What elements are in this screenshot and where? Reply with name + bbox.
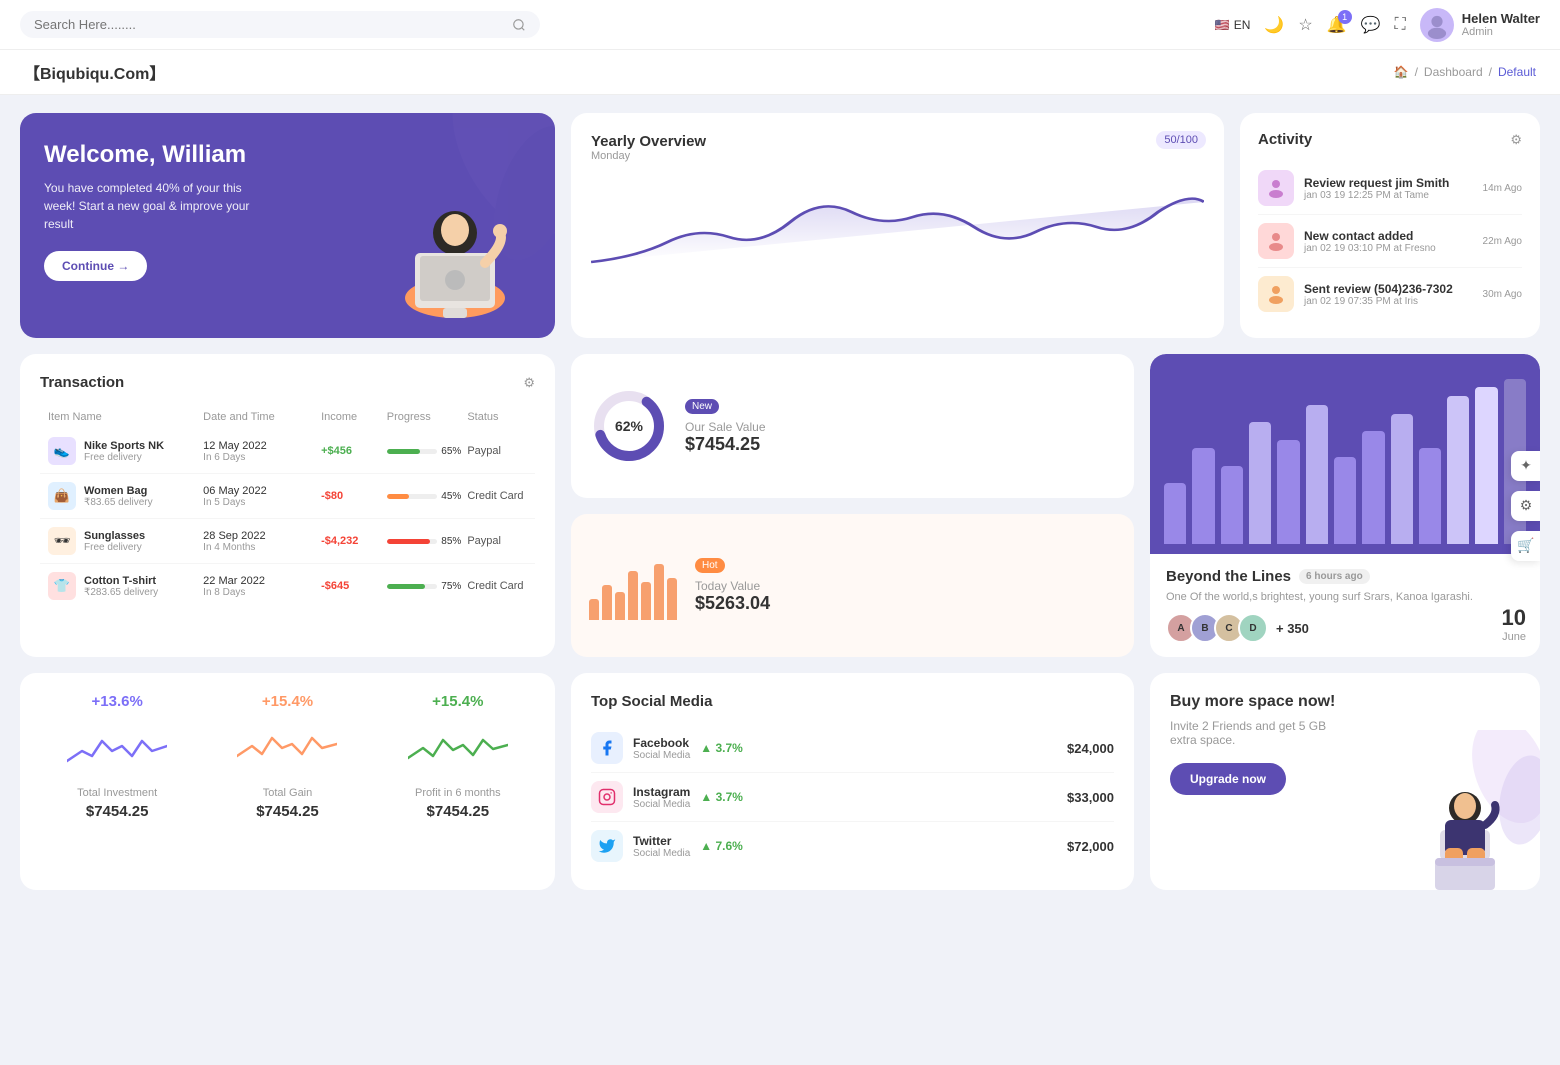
row-2: Transaction ⚙ Item Name Date and Time In…: [20, 354, 1540, 657]
activity-thumb-3: [1258, 276, 1294, 312]
upgrade-button[interactable]: Upgrade now: [1170, 763, 1286, 795]
notification-badge: 1: [1338, 10, 1352, 24]
item-icon-2: 👜: [48, 482, 76, 510]
beyond-date: 10 June: [1502, 605, 1526, 643]
home-icon: 🏠: [1394, 65, 1409, 79]
welcome-card: Welcome, William You have completed 40% …: [20, 113, 555, 338]
avatar-4: D: [1238, 613, 1268, 643]
table-row: 👟 Nike Sports NK Free delivery 12 May 20…: [40, 429, 535, 474]
facebook-icon: [591, 732, 623, 764]
twitter-icon: [591, 830, 623, 862]
social-title: Top Social Media: [591, 693, 1114, 710]
beyond-bar-chart: [1150, 354, 1540, 554]
social-card: Top Social Media Facebook Social Media ▲…: [571, 673, 1134, 890]
table-row: 👜 Women Bag ₹83.65 delivery 06 May 2022 …: [40, 474, 535, 519]
breadcrumb: 🏠 / Dashboard / Default: [1394, 65, 1536, 79]
transaction-card: Transaction ⚙ Item Name Date and Time In…: [20, 354, 555, 657]
wave-chart-1: [67, 726, 167, 776]
yearly-badge: 50/100: [1156, 131, 1206, 149]
stats-grid: +13.6% Total Investment $7454.25 +15.4% …: [40, 693, 535, 820]
magic-icon[interactable]: ✦: [1511, 451, 1540, 481]
activity-settings-icon[interactable]: ⚙: [1510, 132, 1522, 148]
settings-icon[interactable]: ⚙: [1511, 491, 1540, 521]
plus-count: + 350: [1276, 621, 1309, 636]
buy-illustration: [1380, 730, 1540, 890]
main-content: Welcome, William You have completed 40% …: [0, 95, 1560, 908]
notification-icon[interactable]: 🔔 1: [1327, 15, 1347, 35]
welcome-illustration: [355, 168, 535, 338]
stat-investment: +13.6% Total Investment $7454.25: [40, 693, 194, 820]
yearly-subtitle: Monday: [591, 150, 1204, 162]
yearly-title: Yearly Overview: [591, 133, 1204, 150]
transaction-settings-icon[interactable]: ⚙: [523, 375, 535, 391]
social-facebook: Facebook Social Media ▲ 3.7% $24,000: [591, 724, 1114, 773]
table-header: Item Name Date and Time Income Progress …: [40, 405, 535, 429]
wave-chart-3: [408, 726, 508, 776]
activity-thumb-1: [1258, 170, 1294, 206]
search-bar[interactable]: [20, 11, 540, 38]
donut-chart: 62%: [589, 386, 669, 466]
stat-gain: +15.4% Total Gain $7454.25: [210, 693, 364, 820]
activity-title: Activity: [1258, 131, 1312, 148]
sale-value-card: 62% New Our Sale Value $7454.25: [571, 354, 1134, 498]
nav-right: 🇺🇸 EN 🌙 ☆ 🔔 1 💬 ⛶ Helen Walter Admin: [1215, 8, 1540, 42]
transaction-header: Transaction ⚙: [40, 374, 535, 391]
table-row: 🕶 Sunglasses Free delivery 28 Sep 2022 I…: [40, 519, 535, 564]
activity-item-3: Sent review (504)236-7302 jan 02 19 07:3…: [1258, 268, 1522, 320]
item-icon-3: 🕶: [48, 527, 76, 555]
social-instagram: Instagram Social Media ▲ 3.7% $33,000: [591, 773, 1114, 822]
wave-chart-2: [237, 726, 337, 776]
user-profile[interactable]: Helen Walter Admin: [1420, 8, 1540, 42]
instagram-icon: [591, 781, 623, 813]
buy-description: Invite 2 Friends and get 5 GB extra spac…: [1170, 719, 1330, 747]
item-icon-1: 👟: [48, 437, 76, 465]
row-3: +13.6% Total Investment $7454.25 +15.4% …: [20, 673, 1540, 890]
social-twitter: Twitter Social Media ▲ 7.6% $72,000: [591, 822, 1114, 870]
stats-card: +13.6% Total Investment $7454.25 +15.4% …: [20, 673, 555, 890]
buy-space-card: Buy more space now! Invite 2 Friends and…: [1150, 673, 1540, 890]
today-value-card: Hot Today Value $5263.04: [571, 514, 1134, 658]
activity-item-1: Review request jim Smith jan 03 19 12:25…: [1258, 162, 1522, 215]
yearly-chart: [591, 172, 1204, 292]
sale-column: 62% New Our Sale Value $7454.25: [571, 354, 1134, 657]
activity-thumb-2: [1258, 223, 1294, 259]
row-1: Welcome, William You have completed 40% …: [20, 113, 1540, 338]
brand-logo: 【Biqubiqu.Com】: [24, 60, 165, 84]
search-icon: [512, 18, 526, 32]
activity-card: Activity ⚙ Review request jim Smith jan …: [1240, 113, 1540, 338]
activity-header: Activity ⚙: [1258, 131, 1522, 148]
buy-title: Buy more space now!: [1170, 693, 1520, 711]
continue-button[interactable]: Continue →: [44, 251, 147, 281]
beyond-card: ✦ ⚙ 🛒 Beyond the Lines 6 hours ago One O…: [1150, 354, 1540, 657]
fullscreen-icon[interactable]: ⛶: [1395, 16, 1406, 34]
chat-icon[interactable]: 💬: [1361, 15, 1381, 35]
activity-item-2: New contact added jan 02 19 03:10 PM at …: [1258, 215, 1522, 268]
transaction-title: Transaction: [40, 374, 124, 391]
beyond-title-text: Beyond the Lines: [1166, 568, 1291, 585]
language-selector[interactable]: 🇺🇸 EN: [1215, 18, 1251, 32]
star-icon[interactable]: ☆: [1298, 15, 1312, 35]
search-input[interactable]: [34, 17, 504, 32]
side-icons: ✦ ⚙ 🛒: [1511, 451, 1540, 561]
beyond-avatars: A B C D: [1166, 613, 1262, 643]
table-row: 👕 Cotton T-shirt ₹283.65 delivery 22 Mar…: [40, 564, 535, 608]
stat-profit: +15.4% Profit in 6 months $7454.25: [381, 693, 535, 820]
top-nav: 🇺🇸 EN 🌙 ☆ 🔔 1 💬 ⛶ Helen Walter Admin: [0, 0, 1560, 50]
yearly-overview-card: Yearly Overview Monday 50/100: [571, 113, 1224, 338]
item-icon-4: 👕: [48, 572, 76, 600]
cart-icon[interactable]: 🛒: [1511, 531, 1540, 561]
today-bar-chart: [589, 550, 679, 620]
avatar: [1420, 8, 1454, 42]
dark-mode-toggle[interactable]: 🌙: [1264, 15, 1284, 35]
welcome-subtitle: You have completed 40% of your this week…: [44, 179, 264, 233]
breadcrumb-bar: 【Biqubiqu.Com】 🏠 / Dashboard / Default: [0, 50, 1560, 95]
